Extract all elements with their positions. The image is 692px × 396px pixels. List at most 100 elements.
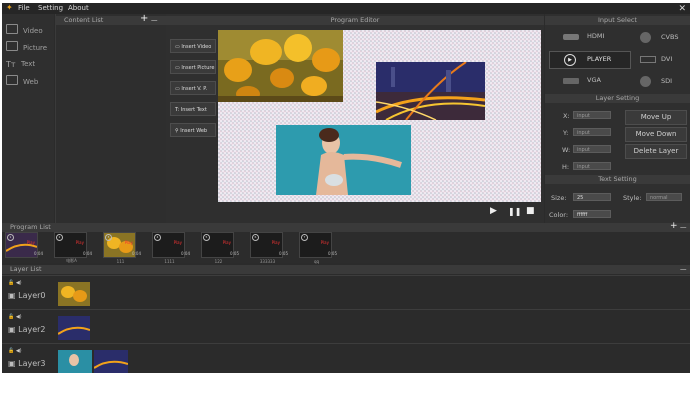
menu-file[interactable]: File (18, 4, 30, 12)
layer-row[interactable]: 🔓 ◀) ▣ Layer0 (2, 275, 690, 309)
program-item[interactable]: 1 Play 0:04 (5, 232, 43, 258)
menu-setting[interactable]: Setting (38, 4, 63, 12)
content-list-header: Content List + — (56, 14, 166, 25)
layer-name-label: Layer3 (18, 359, 46, 368)
swimmer-picture-layer[interactable] (276, 125, 411, 195)
program-item[interactable]: 5 Play 122 0:05 (201, 232, 239, 264)
layer-row[interactable]: 🔓 ◀) ▣ Layer2 (2, 309, 690, 343)
insert-text-label: Insert Text (180, 107, 207, 113)
layer-type-icon: ▣ (8, 291, 19, 300)
program-item[interactable]: 7 Play qq 0:05 (299, 232, 337, 264)
program-name: qq (313, 259, 320, 264)
y-input[interactable]: input (573, 128, 611, 136)
input-select-title: Input Select (545, 16, 690, 25)
text-icon: Tт (6, 60, 16, 69)
insert-picture-label: Insert Picture (181, 65, 215, 71)
text-setting-title: Text Setting (545, 175, 690, 184)
program-duration: 0:05 (328, 251, 337, 256)
color-input[interactable]: ffffff (573, 210, 611, 218)
remove-content-button[interactable]: — (151, 16, 158, 25)
program-duration: 0:04 (83, 251, 92, 256)
tulips-picture-layer[interactable] (218, 30, 343, 102)
program-duration: 0:04 (132, 251, 141, 256)
layer-setting-title: Layer Setting (545, 94, 690, 103)
sidebar-item-label: Web (23, 78, 39, 86)
insert-video-label: Insert Video (181, 44, 212, 50)
x-input[interactable]: input (573, 111, 611, 119)
menu-about[interactable]: About (68, 4, 89, 12)
layer-list-header: Layer List — (2, 265, 690, 274)
color-label: Color: (549, 211, 569, 219)
input-option-player[interactable]: PLAYER (587, 55, 611, 63)
h-label: H: (562, 163, 570, 171)
layer-list-title: Layer List (10, 265, 42, 273)
input-option-hdmi[interactable]: HDMI (587, 32, 604, 40)
program-name: 电影A (66, 258, 77, 263)
city-night-picture-layer[interactable] (376, 62, 485, 120)
picture-icon (6, 41, 18, 51)
lock-audio-icon[interactable]: 🔓 ◀) (8, 348, 22, 354)
input-option-cvbs[interactable]: CVBS (661, 33, 678, 41)
y-label: Y: (563, 129, 569, 137)
insert-video-button[interactable]: ▭ Insert Video (170, 39, 216, 53)
layer-name: ▣ Layer3 (8, 359, 46, 368)
program-name: 1111 (164, 259, 175, 264)
add-program-button[interactable]: + (670, 222, 678, 231)
layer-name-label: Layer2 (18, 325, 46, 334)
add-content-button[interactable]: + (140, 14, 148, 24)
insert-text-button[interactable]: T: Insert Text (170, 102, 216, 116)
insert-vp-button[interactable]: ▭ Insert V. P. (170, 81, 216, 95)
pause-button[interactable]: ❚❚ (508, 207, 521, 216)
input-option-sdi[interactable]: SDI (661, 77, 672, 85)
insert-web-button[interactable]: ⚲ Insert Web (170, 123, 216, 137)
lock-audio-icon[interactable]: 🔓 ◀) (8, 314, 22, 320)
program-item[interactable]: 3 Play 111 0:04 (103, 232, 141, 264)
w-input[interactable]: input (573, 145, 611, 153)
move-up-button[interactable]: Move Up (625, 110, 687, 125)
h-input[interactable]: input (573, 162, 611, 170)
program-index: 5 (203, 234, 210, 241)
play-tag: Play (26, 240, 35, 245)
style-select[interactable]: normal (646, 193, 682, 201)
web-icon (6, 75, 18, 85)
content-list-title: Content List (64, 16, 104, 24)
layer-row[interactable]: 🔓 ◀) ▣ Layer3 (2, 343, 690, 373)
delete-layer-button[interactable]: Delete Layer (625, 144, 687, 159)
sidebar-item-picture[interactable]: Picture (6, 41, 47, 53)
program-index: 6 (252, 234, 259, 241)
layer-type-icon: ▣ (8, 325, 19, 334)
insert-vp-label: Insert V. P. (181, 86, 208, 92)
layer-clip[interactable] (58, 316, 90, 340)
sidebar-item-text[interactable]: Tт Text (6, 58, 35, 70)
move-down-button[interactable]: Move Down (625, 127, 687, 142)
layer-name-label: Layer0 (18, 291, 46, 300)
program-index: 4 (154, 234, 161, 241)
play-tag: Play (124, 240, 133, 245)
size-input[interactable]: 25 (573, 193, 611, 201)
insert-web-label: Insert Web (180, 128, 208, 134)
stop-button[interactable]: ■ (526, 206, 535, 216)
program-item[interactable]: 4 Play 1111 0:04 (152, 232, 190, 264)
play-circle-icon: ▶ (564, 54, 576, 66)
layer-clip[interactable] (58, 282, 90, 306)
menu-bar: ✦ File Setting About ✕ (2, 3, 690, 14)
sidebar-item-web[interactable]: Web (6, 75, 38, 87)
sidebar-item-video[interactable]: Video (6, 24, 43, 36)
program-name: 122 (214, 259, 223, 264)
media-type-sidebar: Video Picture Tт Text Web (2, 14, 54, 223)
program-list-header: Program List + — (2, 222, 690, 232)
layer-clip[interactable] (94, 350, 128, 373)
input-option-dvi[interactable]: DVI (661, 55, 672, 63)
close-icon[interactable]: ✕ (678, 4, 686, 14)
input-option-vga[interactable]: VGA (587, 76, 601, 84)
vga-icon (563, 78, 579, 84)
lock-audio-icon[interactable]: 🔓 ◀) (8, 280, 22, 286)
program-item[interactable]: 2 Play 电影A 0:04 (54, 232, 92, 263)
insert-picture-button[interactable]: ▭ Insert Picture (170, 60, 216, 74)
collapse-layer-list-button[interactable]: — (680, 265, 687, 274)
program-item[interactable]: 6 Play 333333 0:05 (250, 232, 288, 264)
play-button[interactable]: ▶ (490, 206, 497, 216)
layer-clip[interactable] (58, 350, 92, 373)
remove-program-button[interactable]: — (680, 223, 687, 232)
editor-canvas[interactable] (218, 30, 541, 202)
